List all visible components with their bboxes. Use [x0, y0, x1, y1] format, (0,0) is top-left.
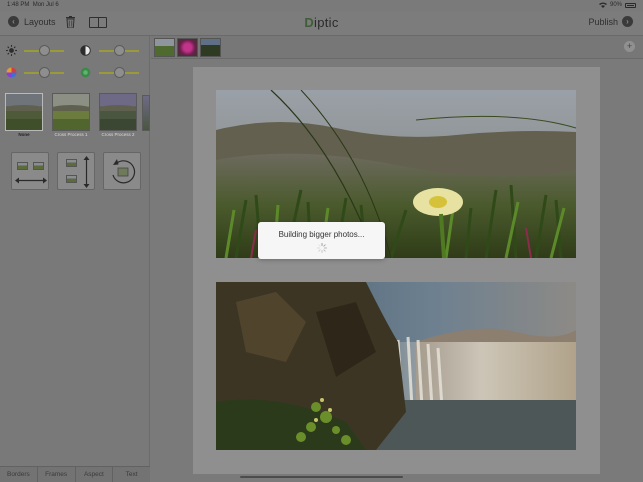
brightness-icon — [6, 45, 17, 56]
flip-vertical-button[interactable] — [57, 152, 95, 190]
filter-thumbnail[interactable] — [99, 93, 137, 131]
publish-button[interactable]: Publish › — [588, 16, 633, 27]
contrast-adjustment — [80, 44, 139, 56]
collage-page — [193, 67, 600, 474]
flip-horizontal-button[interactable] — [11, 152, 49, 190]
battery-icon — [625, 2, 636, 8]
top-toolbar: ‹ Layouts Diptic Publish › — [0, 11, 643, 36]
transform-tools — [11, 152, 141, 190]
filter-thumbnail[interactable] — [52, 93, 90, 131]
saturation-icon — [80, 67, 91, 78]
status-right: 90% — [598, 2, 636, 8]
brightness-adjustment — [6, 44, 64, 56]
saturation-slider[interactable] — [99, 66, 139, 78]
filter-list: None Cross Process 1 Cross Process 2 — [5, 93, 137, 137]
scroll-indicator[interactable] — [240, 476, 403, 478]
saturation-adjustment — [80, 66, 139, 78]
filter-cross-process-1[interactable]: Cross Process 1 — [52, 93, 90, 137]
filter-cross-process-2[interactable]: Cross Process 2 — [99, 93, 137, 137]
double-arrow-horizontal-icon — [15, 177, 47, 184]
battery-percent: 90% — [609, 2, 622, 8]
color-adjustment — [6, 66, 64, 78]
loading-toast: Building bigger photos... — [258, 222, 385, 259]
add-photo-icon[interactable]: + — [624, 41, 635, 52]
photo-strip-thumbnail[interactable] — [177, 38, 198, 57]
wifi-icon — [598, 2, 607, 8]
color-wheel-icon — [6, 67, 17, 78]
rotate-button[interactable] — [103, 152, 141, 190]
tab-frames[interactable]: Frames — [38, 467, 76, 482]
sidebar-tabs: Borders Frames Aspect Text — [0, 466, 150, 482]
photo-mini-icon — [17, 162, 28, 170]
tab-borders[interactable]: Borders — [0, 467, 38, 482]
rotate-icon — [112, 159, 136, 184]
publish-label: Publish — [588, 16, 618, 27]
app-title: Diptic — [304, 15, 339, 30]
tab-aspect[interactable]: Aspect — [76, 467, 114, 482]
photo-mini-icon — [66, 175, 77, 183]
spinner-icon — [316, 243, 327, 253]
brightness-slider[interactable] — [24, 44, 64, 56]
status-bar: 1:48 PM Mon Jul 6 90% — [0, 0, 643, 11]
contrast-icon — [80, 45, 91, 56]
app-logo-d-icon: D — [304, 15, 315, 30]
collage-photo-bottom[interactable] — [216, 282, 576, 450]
brightness-slider-knob[interactable] — [39, 44, 50, 56]
contrast-slider-knob[interactable] — [114, 44, 125, 56]
filter-thumbnail-partial[interactable] — [142, 95, 150, 131]
collage-canvas — [151, 59, 643, 482]
filter-label: Cross Process 2 — [101, 132, 135, 137]
photo-mini-icon — [66, 159, 77, 167]
color-slider-knob[interactable] — [39, 66, 50, 78]
contrast-slider[interactable] — [99, 44, 139, 56]
filter-thumbnail[interactable] — [5, 93, 43, 131]
photo-strip-thumbnail[interactable] — [154, 38, 175, 57]
edit-sidebar: None Cross Process 1 Cross Process 2 Bor… — [0, 36, 150, 482]
photo-strip: + — [151, 36, 643, 59]
photo-mini-icon — [33, 162, 44, 170]
forward-arrow-icon: › — [622, 16, 633, 27]
saturation-slider-knob[interactable] — [114, 66, 125, 78]
tab-text[interactable]: Text — [113, 467, 150, 482]
color-slider[interactable] — [24, 66, 64, 78]
photo-strip-thumbnail[interactable] — [200, 38, 221, 57]
status-time: 1:48 PM Mon Jul 6 — [7, 2, 59, 8]
filter-none[interactable]: None — [5, 93, 43, 137]
loading-message: Building bigger photos... — [278, 230, 365, 239]
filter-label: Cross Process 1 — [54, 132, 88, 137]
filter-label: None — [18, 132, 30, 137]
double-arrow-vertical-icon — [83, 156, 90, 188]
